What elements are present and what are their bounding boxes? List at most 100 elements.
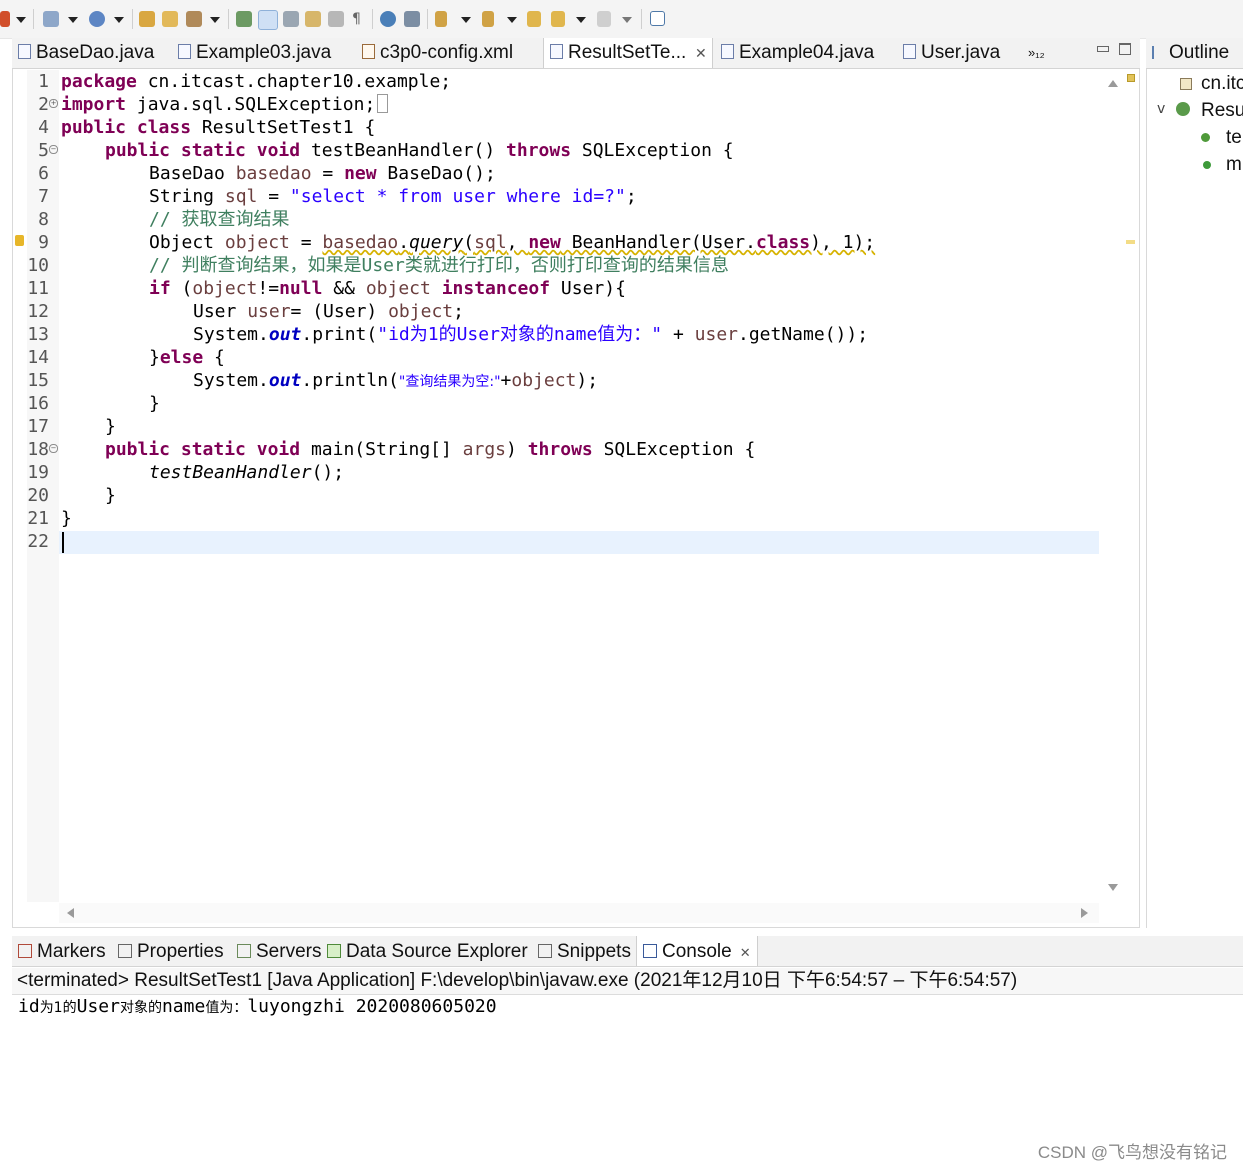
scroll-right-icon[interactable] <box>1081 908 1088 918</box>
chevron-down-icon[interactable] <box>507 17 517 23</box>
code-line: System.out.println("查询结果为空:"+object); <box>193 370 599 391</box>
tab-basedao-java[interactable]: BaseDao.java <box>18 38 154 68</box>
server-icon[interactable] <box>404 11 420 27</box>
line-number: 9 <box>38 232 49 253</box>
console-status-line: <terminated> ResultSetTest1 [Java Applic… <box>12 968 1243 995</box>
overview-marker[interactable] <box>1126 240 1135 244</box>
tab-overflow-button[interactable]: »₁₂ <box>1028 38 1045 68</box>
properties-icon <box>118 944 132 958</box>
line-number: 13 <box>27 324 49 345</box>
outline-item-method[interactable]: m <box>1226 153 1242 177</box>
toolbar-separator <box>641 9 642 29</box>
tab-properties[interactable]: Properties <box>118 936 224 966</box>
editor-horizontal-scrollbar[interactable] <box>59 903 1099 923</box>
chevron-down-icon[interactable] <box>210 17 220 23</box>
chevron-down-icon[interactable] <box>68 17 78 23</box>
tab-snippets[interactable]: Snippets <box>538 936 631 966</box>
outline-item-method[interactable]: te <box>1226 126 1242 150</box>
tab-console[interactable]: Console ✕ <box>636 936 758 966</box>
tab-c3p0-config-xml[interactable]: c3p0-config.xml <box>362 38 513 68</box>
outline-title: Outline <box>1169 42 1230 63</box>
web-browser-icon[interactable] <box>380 11 396 27</box>
warning-marker-icon[interactable] <box>15 235 24 246</box>
database-icon <box>327 944 341 958</box>
code-line: testBeanHandler(); <box>149 462 345 483</box>
outline-item-class[interactable]: Resu <box>1201 99 1243 123</box>
outline-item-package[interactable]: cn.itc <box>1201 72 1243 96</box>
annotation-icon[interactable] <box>236 11 252 27</box>
tab-example04-java[interactable]: Example04.java <box>721 38 874 68</box>
toggle-mark-icon[interactable] <box>283 11 299 27</box>
chevron-down-icon[interactable] <box>16 17 26 23</box>
close-icon[interactable]: ✕ <box>740 945 751 960</box>
run-icon[interactable] <box>89 11 105 27</box>
back-icon[interactable] <box>551 11 565 27</box>
tab-data-source-explorer[interactable]: Data Source Explorer <box>327 936 528 966</box>
open-resource-icon[interactable] <box>162 11 178 27</box>
debug-icon[interactable] <box>0 11 10 27</box>
line-number-gutter: 1 2 + 4 5 − 6 7 8 9 10 11 12 13 14 15 16… <box>15 70 59 902</box>
fold-expand-icon[interactable]: + <box>49 99 58 108</box>
highlight-icon[interactable] <box>258 10 278 30</box>
code-line: System.out.print("id为1的User对象的name值为：" +… <box>193 324 869 345</box>
code-line: Object object = basedao.query(sql, new B… <box>149 232 876 253</box>
line-number: 19 <box>27 462 49 483</box>
line-number: 2 <box>38 94 49 115</box>
method-icon <box>1203 161 1211 169</box>
tab-example03-java[interactable]: Example03.java <box>178 38 331 68</box>
line-number: 10 <box>27 255 49 276</box>
folded-import-box[interactable] <box>377 94 389 113</box>
last-edit-icon[interactable] <box>527 11 541 27</box>
code-line: String sql = "select * from user where i… <box>149 186 637 207</box>
pilcrow-icon[interactable]: ¶ <box>352 11 368 27</box>
tab-markers[interactable]: Markers <box>18 936 106 966</box>
maximize-icon[interactable] <box>1119 43 1131 55</box>
scroll-left-icon[interactable] <box>67 908 74 918</box>
bottom-tab-bar: Markers Properties Servers Data Source E… <box>12 936 1243 967</box>
line-number: 17 <box>27 416 49 437</box>
servers-icon <box>237 944 251 958</box>
code-text-area[interactable]: package cn.itcast.chapter10.example; imp… <box>59 70 1099 902</box>
outline-tab[interactable]: Outline <box>1146 38 1243 69</box>
chevron-down-icon[interactable] <box>576 17 586 23</box>
overview-marker[interactable] <box>1127 74 1135 82</box>
prev-annotation-icon[interactable] <box>482 11 494 27</box>
line-number: 5 <box>38 140 49 161</box>
block-selection-icon[interactable] <box>305 11 321 27</box>
fold-collapse-icon[interactable]: − <box>49 444 58 453</box>
java-file-icon <box>178 44 191 59</box>
forward-icon[interactable] <box>597 11 611 27</box>
open-type-icon[interactable] <box>139 11 155 27</box>
minimize-icon[interactable] <box>1097 46 1109 52</box>
line-number: 1 <box>38 71 49 92</box>
chevron-down-icon[interactable]: v <box>1157 101 1165 117</box>
close-icon[interactable]: ✕ <box>695 38 707 68</box>
chevron-down-icon[interactable] <box>622 17 632 23</box>
chevron-down-icon[interactable] <box>114 17 124 23</box>
method-icon <box>1201 133 1210 142</box>
pin-editor-icon[interactable] <box>650 11 665 26</box>
code-line: } <box>105 416 116 437</box>
tab-servers[interactable]: Servers <box>237 936 321 966</box>
tab-user-java[interactable]: User.java <box>903 38 1000 68</box>
fold-collapse-icon[interactable]: − <box>49 145 58 154</box>
main-toolbar: ¶ <box>0 0 1243 39</box>
scroll-up-icon[interactable] <box>1108 80 1118 87</box>
chevron-down-icon[interactable] <box>461 17 471 23</box>
line-number: 16 <box>27 393 49 414</box>
toolbar-separator <box>427 9 428 29</box>
new-wizard-icon[interactable] <box>43 11 59 27</box>
editor-vertical-scrollbar[interactable] <box>1104 70 1122 902</box>
scroll-down-icon[interactable] <box>1108 884 1118 891</box>
code-line: if (object!=null && object instanceof Us… <box>149 278 626 299</box>
code-line: package cn.itcast.chapter10.example; <box>61 71 452 92</box>
overview-ruler[interactable] <box>1124 70 1138 902</box>
console-icon <box>643 944 657 958</box>
show-whitespace-icon[interactable] <box>328 11 344 27</box>
code-comment-line: // 判断查询结果，如果是User类就进行打印，否则打印查询的结果信息 <box>149 255 729 276</box>
toolbar-separator <box>372 9 373 29</box>
search-icon[interactable] <box>186 11 202 27</box>
code-line: } <box>61 508 72 529</box>
tab-resultsettest1-java[interactable]: ResultSetTe... ✕ <box>543 38 713 68</box>
next-annotation-icon[interactable] <box>435 11 447 27</box>
